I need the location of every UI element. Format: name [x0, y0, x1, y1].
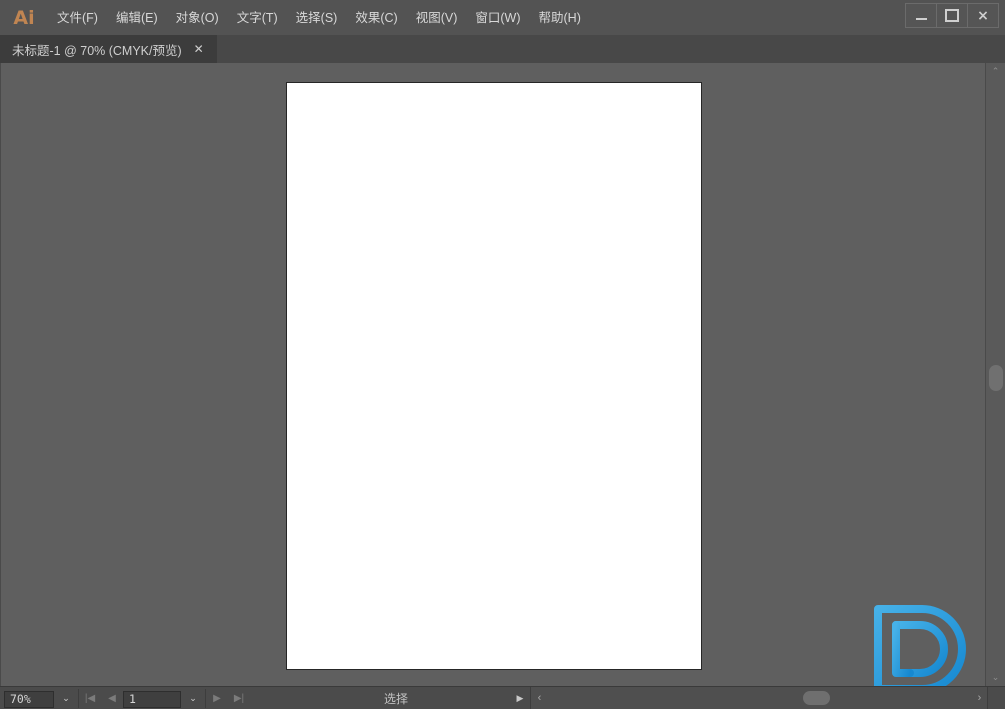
menu-file[interactable]: 文件(F): [48, 7, 107, 29]
maximize-icon: [945, 9, 959, 22]
document-tab-label: 未标题-1 @ 70% (CMYK/预览): [12, 43, 182, 58]
close-icon: ×: [977, 7, 989, 24]
canvas-area[interactable]: 微当下载: [0, 63, 985, 686]
scroll-up-icon[interactable]: ⌃: [986, 63, 1005, 80]
menu-edit[interactable]: 编辑(E): [107, 7, 167, 29]
zoom-dropdown-icon[interactable]: ⌄: [54, 689, 79, 708]
first-artboard-button[interactable]: |◀: [79, 687, 101, 709]
status-spacer: [250, 687, 282, 709]
minimize-icon: [915, 17, 927, 20]
window-controls: ×: [905, 3, 999, 28]
menu-object[interactable]: 对象(O): [167, 7, 228, 29]
scroll-right-icon[interactable]: ›: [971, 687, 988, 709]
vertical-scroll-thumb[interactable]: [989, 365, 1003, 391]
menu-bar: 文件(F) 编辑(E) 对象(O) 文字(T) 选择(S) 效果(C) 视图(V…: [48, 1, 590, 35]
watermark: 微当下载: [866, 601, 972, 686]
document-tab-bar: 未标题-1 @ 70% (CMYK/预览) ✕: [0, 35, 1005, 64]
menu-view[interactable]: 视图(V): [407, 7, 467, 29]
last-artboard-button[interactable]: ▶|: [228, 687, 250, 709]
artboard[interactable]: [286, 82, 702, 670]
scroll-down-icon[interactable]: ⌄: [986, 669, 1005, 686]
menu-help[interactable]: 帮助(H): [530, 7, 590, 29]
maximize-button[interactable]: [936, 3, 968, 28]
zoom-control: 70%: [0, 687, 54, 709]
menu-type[interactable]: 文字(T): [228, 7, 287, 29]
tab-close-icon[interactable]: ✕: [194, 43, 204, 55]
scrollbar-corner: [987, 687, 1005, 709]
app-logo-icon: Ai: [13, 6, 35, 29]
minimize-button[interactable]: [905, 3, 937, 28]
illustrator-window: Ai 文件(F) 编辑(E) 对象(O) 文字(T) 选择(S) 效果(C) 视…: [0, 0, 1005, 709]
status-expand-icon[interactable]: ▶: [510, 687, 530, 709]
menu-window[interactable]: 窗口(W): [466, 7, 529, 29]
status-bar: 70% ⌄ |◀ ◀ 1 ⌄ ▶ ▶| 选择 ▶ ‹ ›: [0, 686, 1005, 709]
document-tab[interactable]: 未标题-1 @ 70% (CMYK/预览) ✕: [0, 35, 217, 63]
previous-artboard-button[interactable]: ◀: [101, 687, 123, 709]
menu-effect[interactable]: 效果(C): [346, 7, 406, 29]
title-bar: Ai 文件(F) 编辑(E) 对象(O) 文字(T) 选择(S) 效果(C) 视…: [0, 0, 1005, 36]
scroll-left-icon[interactable]: ‹: [531, 687, 548, 709]
menu-select[interactable]: 选择(S): [287, 7, 347, 29]
next-artboard-button[interactable]: ▶: [206, 687, 228, 709]
current-tool-label: 选择: [383, 691, 408, 706]
zoom-level-input[interactable]: 70%: [4, 690, 54, 708]
horizontal-scrollbar[interactable]: ‹ ›: [530, 687, 1005, 709]
artboard-dropdown-icon[interactable]: ⌄: [181, 689, 206, 708]
close-button[interactable]: ×: [967, 3, 999, 28]
horizontal-scroll-thumb[interactable]: [803, 691, 830, 705]
d-logo-icon: [874, 605, 966, 686]
vertical-scrollbar[interactable]: ⌃ ⌄: [985, 63, 1005, 686]
page-control: 1: [123, 687, 181, 709]
artboard-number-input[interactable]: 1: [123, 690, 181, 708]
